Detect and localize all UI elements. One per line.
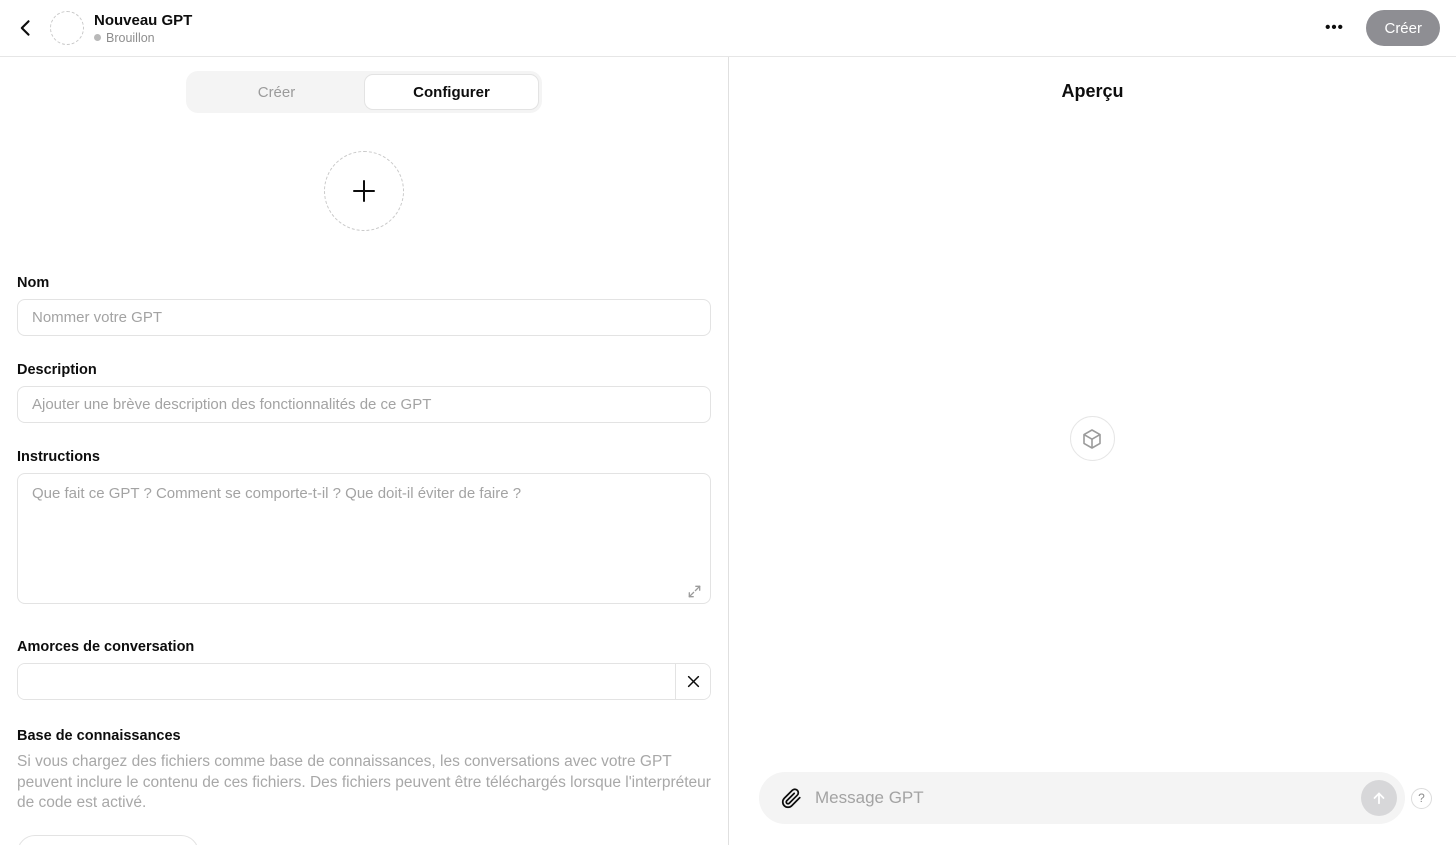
knowledge-description: Si vous chargez des fichiers comme base …	[17, 752, 711, 814]
preview-title: Aperçu	[729, 81, 1456, 102]
upload-files-button[interactable]: Charger les fichiers	[17, 835, 199, 845]
name-field: Nom	[17, 275, 711, 336]
expand-instructions-button[interactable]	[686, 583, 702, 599]
instructions-field: Instructions	[17, 449, 711, 609]
instructions-textarea-wrap	[17, 473, 711, 609]
avatar-upload-button[interactable]	[324, 151, 404, 231]
status-dot-icon	[94, 34, 101, 41]
tab-configure[interactable]: Configurer	[364, 74, 539, 110]
builder-panel: Créer Configurer Nom Description Instruc…	[0, 57, 729, 845]
name-label: Nom	[17, 275, 711, 291]
message-input[interactable]	[815, 788, 1351, 808]
title-block: Nouveau GPT Brouillon	[94, 12, 192, 45]
topbar: Nouveau GPT Brouillon ••• Créer	[0, 0, 1456, 57]
ellipsis-icon: •••	[1325, 23, 1344, 33]
name-input[interactable]	[17, 299, 711, 336]
remove-starter-button[interactable]	[675, 664, 710, 699]
gpt-avatar-placeholder[interactable]	[50, 11, 84, 45]
main-split: Créer Configurer Nom Description Instruc…	[0, 57, 1456, 845]
topbar-right: ••• Créer	[1320, 10, 1440, 46]
knowledge-field: Base de connaissances Si vous chargez de…	[17, 728, 711, 845]
composer-row: ?	[759, 772, 1432, 824]
plus-icon	[349, 176, 379, 206]
status-badge: Brouillon	[94, 31, 192, 45]
tab-create[interactable]: Créer	[189, 74, 364, 110]
knowledge-label: Base de connaissances	[17, 728, 711, 744]
conversation-starters-label: Amorces de conversation	[17, 639, 711, 655]
description-field: Description	[17, 362, 711, 423]
paperclip-icon	[781, 788, 802, 809]
help-button[interactable]: ?	[1411, 788, 1432, 809]
instructions-textarea[interactable]	[17, 473, 711, 604]
close-icon	[687, 675, 700, 688]
send-message-button[interactable]	[1361, 780, 1397, 816]
conversation-starters-field: Amorces de conversation	[17, 639, 711, 700]
status-label: Brouillon	[106, 31, 155, 45]
conversation-starter-input[interactable]	[18, 664, 675, 699]
expand-icon	[688, 585, 701, 598]
attach-file-button[interactable]	[777, 784, 805, 812]
conversation-starter-row	[17, 663, 711, 700]
description-label: Description	[17, 362, 711, 378]
description-input[interactable]	[17, 386, 711, 423]
topbar-left: Nouveau GPT Brouillon	[12, 11, 192, 45]
empty-preview-badge	[1070, 416, 1115, 461]
instructions-label: Instructions	[17, 449, 711, 465]
create-gpt-button[interactable]: Créer	[1366, 10, 1440, 46]
chevron-left-icon	[16, 18, 36, 38]
page-title: Nouveau GPT	[94, 12, 192, 29]
builder-tab-switch: Créer Configurer	[186, 71, 542, 113]
cube-icon	[1080, 427, 1104, 451]
back-button[interactable]	[12, 14, 40, 42]
message-composer	[759, 772, 1405, 824]
more-options-button[interactable]: •••	[1320, 14, 1348, 42]
preview-panel: Aperçu ?	[729, 57, 1456, 845]
arrow-up-icon	[1370, 789, 1388, 807]
